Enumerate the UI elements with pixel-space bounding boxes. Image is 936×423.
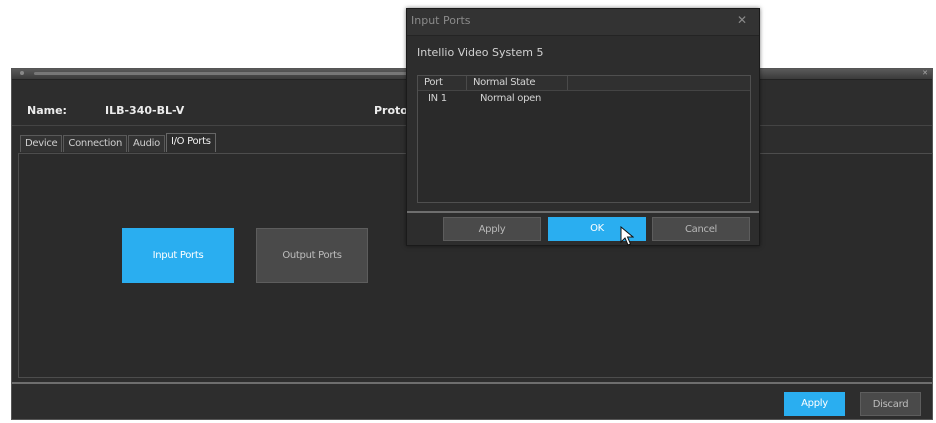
tab-io-ports[interactable]: I/O Ports bbox=[165, 133, 216, 152]
window-close-icon[interactable]: ✕ bbox=[922, 70, 928, 77]
name-label: Name: bbox=[27, 104, 67, 117]
tab-connection[interactable]: Connection bbox=[63, 135, 127, 152]
tab-bar: Device Connection Audio I/O Ports bbox=[20, 133, 217, 153]
mouse-cursor-icon bbox=[620, 226, 634, 246]
close-icon[interactable]: ✕ bbox=[737, 13, 747, 27]
dialog-apply-button[interactable]: Apply bbox=[443, 217, 541, 241]
input-ports-dialog: Input Ports ✕ Intellio Video System 5 Po… bbox=[406, 8, 760, 246]
window-scroll-track[interactable] bbox=[34, 72, 414, 75]
dialog-title-bar[interactable]: Input Ports ✕ bbox=[407, 9, 759, 36]
table-header: Port Normal State bbox=[418, 76, 750, 91]
table-cell-normal-state[interactable]: Normal open bbox=[480, 92, 541, 106]
dialog-subtitle: Intellio Video System 5 bbox=[417, 46, 544, 59]
footer-divider bbox=[12, 382, 932, 384]
dialog-footer-divider bbox=[407, 211, 759, 213]
column-header-normal-state[interactable]: Normal State bbox=[467, 76, 568, 90]
input-ports-button[interactable]: Input Ports bbox=[122, 228, 234, 283]
column-header-port[interactable]: Port bbox=[418, 76, 467, 90]
tab-device[interactable]: Device bbox=[20, 135, 63, 152]
table-cell-port: IN 1 bbox=[428, 93, 447, 104]
column-header-empty bbox=[568, 76, 750, 90]
apply-button[interactable]: Apply bbox=[784, 392, 845, 416]
dialog-cancel-button[interactable]: Cancel bbox=[652, 217, 750, 241]
dialog-title: Input Ports bbox=[411, 14, 471, 27]
output-ports-button[interactable]: Output Ports bbox=[256, 228, 368, 283]
window-grip-icon bbox=[20, 71, 24, 75]
ports-table: Port Normal State IN 1 Normal open bbox=[417, 75, 751, 203]
discard-button[interactable]: Discard bbox=[860, 392, 921, 416]
name-value: ILB-340-BL-V bbox=[105, 104, 185, 117]
protocol-label: Proto bbox=[374, 104, 408, 117]
table-row[interactable]: IN 1 Normal open bbox=[418, 92, 750, 106]
tab-audio[interactable]: Audio bbox=[128, 135, 165, 152]
